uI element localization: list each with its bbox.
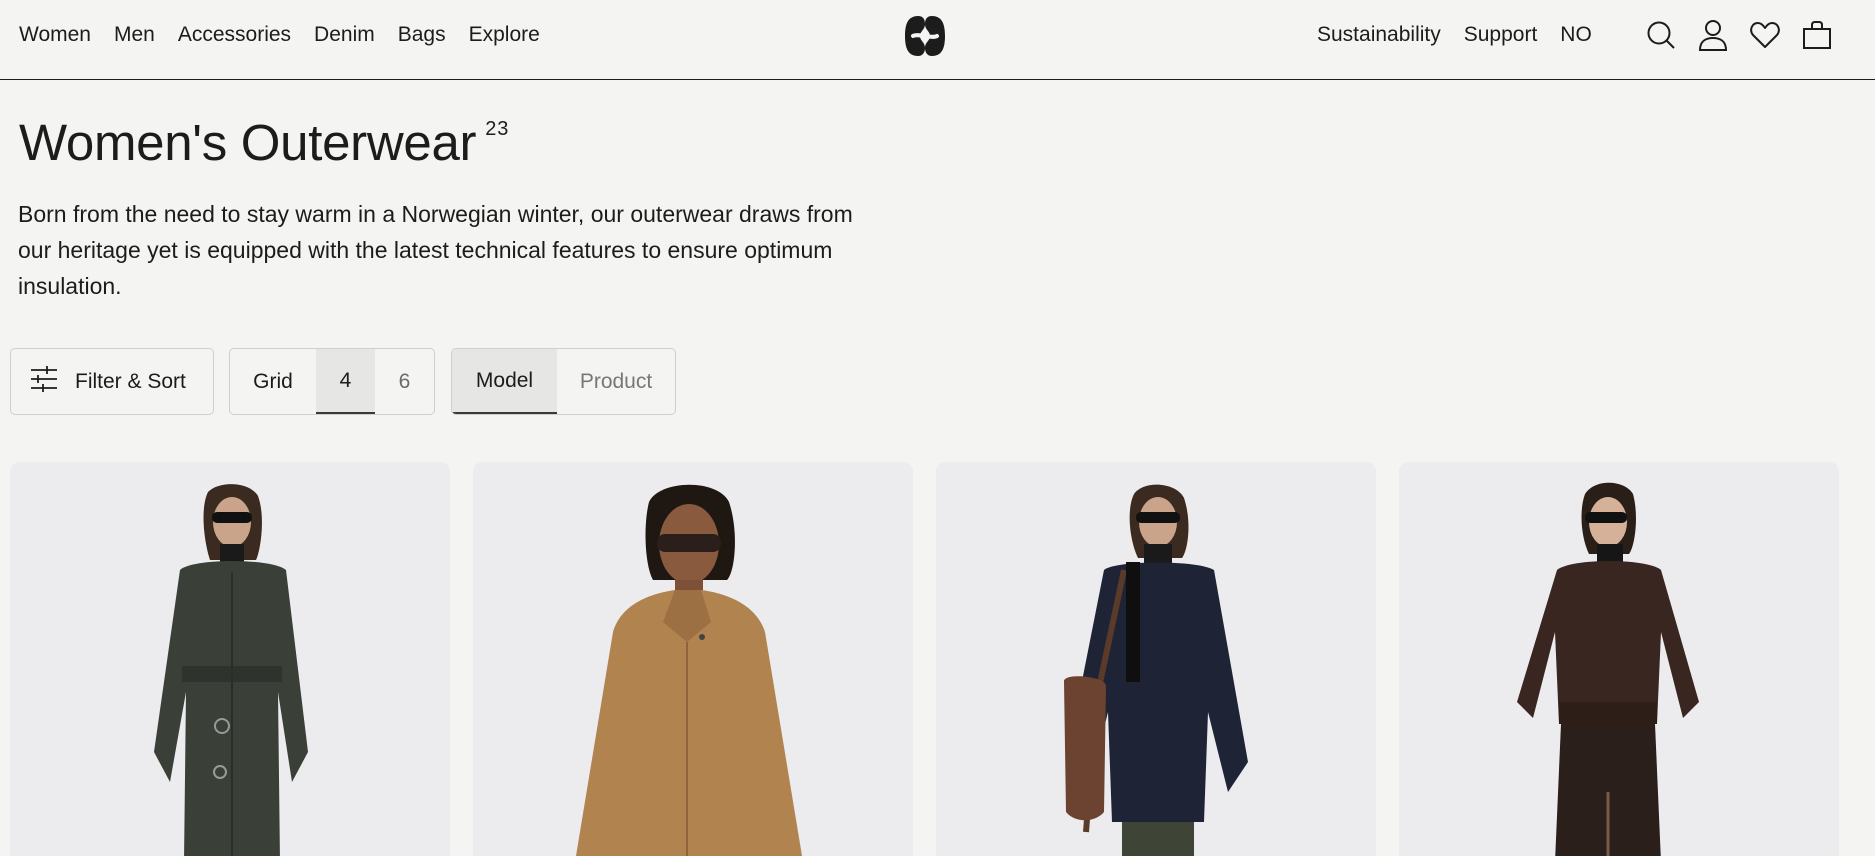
- product-card-4[interactable]: [1399, 462, 1839, 856]
- brand-logo[interactable]: [902, 12, 948, 60]
- product-card-3[interactable]: [936, 462, 1376, 856]
- site-header: Women Men Accessories Denim Bags Explore…: [0, 0, 1875, 80]
- country-selector[interactable]: NO: [1560, 20, 1592, 50]
- nav-sustainability[interactable]: Sustainability: [1317, 20, 1441, 50]
- nav-women[interactable]: Women: [19, 20, 91, 50]
- product-image-2: [473, 462, 913, 856]
- grid-toggle: Grid 4 6: [229, 348, 435, 415]
- bag-icon[interactable]: [1800, 17, 1834, 53]
- product-image-3: [936, 462, 1376, 856]
- header-icons: [1644, 17, 1834, 53]
- product-image-4: [1399, 462, 1839, 856]
- page-title: Women's Outerwear: [19, 114, 477, 171]
- grid-option-6[interactable]: 6: [375, 349, 434, 414]
- category-description: Born from the need to stay warm in a Nor…: [18, 201, 853, 299]
- nav-support[interactable]: Support: [1464, 20, 1538, 50]
- nav-denim[interactable]: Denim: [314, 20, 375, 50]
- sliders-icon: [30, 365, 58, 398]
- listing-controls: Filter & Sort Grid 4 6 Model Product: [10, 348, 676, 415]
- account-icon[interactable]: [1696, 17, 1730, 53]
- product-card-1[interactable]: [10, 462, 450, 856]
- view-option-model[interactable]: Model: [452, 349, 557, 414]
- filter-sort-button[interactable]: Filter & Sort: [10, 348, 214, 415]
- utility-nav: Sustainability Support NO: [1317, 20, 1615, 50]
- nav-accessories[interactable]: Accessories: [178, 20, 291, 50]
- view-toggle: Model Product: [451, 348, 676, 415]
- main-nav: Women Men Accessories Denim Bags Explore: [19, 20, 563, 50]
- product-grid: [10, 462, 1839, 856]
- product-count: 23: [485, 118, 510, 140]
- search-icon[interactable]: [1644, 17, 1678, 53]
- view-option-product[interactable]: Product: [557, 349, 675, 414]
- grid-option-4[interactable]: 4: [316, 349, 375, 414]
- product-card-2[interactable]: [473, 462, 913, 856]
- wishlist-icon[interactable]: [1748, 17, 1782, 53]
- nav-bags[interactable]: Bags: [398, 20, 446, 50]
- filter-sort-label: Filter & Sort: [75, 369, 186, 393]
- product-image-1: [10, 462, 450, 856]
- nav-men[interactable]: Men: [114, 20, 155, 50]
- page-heading: Women's Outerwear 23: [19, 112, 509, 174]
- grid-label: Grid: [253, 369, 293, 393]
- nav-explore[interactable]: Explore: [469, 20, 540, 50]
